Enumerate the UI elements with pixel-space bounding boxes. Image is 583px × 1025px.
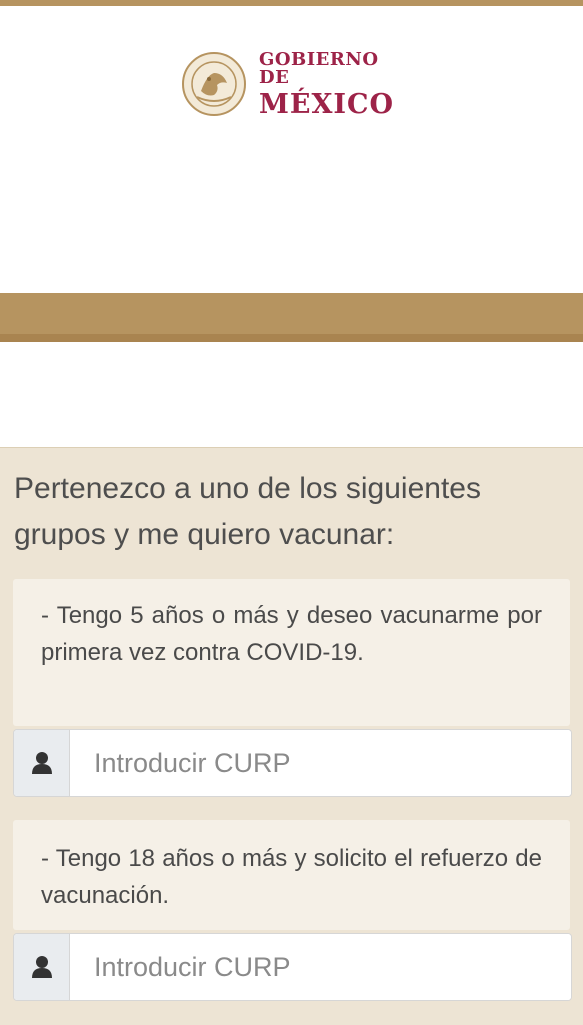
user-icon: [14, 730, 70, 796]
option-first-dose: - Tengo 5 años o más y deseo vacunarme p…: [13, 579, 570, 726]
logo-line-1: GOBIERNO DE: [259, 48, 379, 88]
option-booster: - Tengo 18 años o más y solicito el refu…: [13, 820, 570, 930]
option-booster-text: - Tengo 18 años o más y solicito el refu…: [41, 845, 542, 909]
user-icon: [14, 934, 70, 1000]
national-seal-icon: [182, 52, 246, 116]
vaccination-groups-panel: Pertenezco a uno de los siguientes grupo…: [0, 447, 583, 1025]
option-first-dose-text: - Tengo 5 años o más y deseo vacunarme p…: [41, 602, 542, 666]
header: GOBIERNO DE MÉXICO: [0, 6, 583, 293]
curp-input-group-booster: [13, 933, 572, 1001]
curp-input-first-dose[interactable]: [70, 730, 571, 796]
logo-text: GOBIERNO DE MÉXICO: [259, 48, 411, 120]
gobierno-de-mexico-logo[interactable]: GOBIERNO DE MÉXICO: [181, 46, 411, 122]
panel-title: Pertenezco a uno de los siguientes grupo…: [14, 472, 481, 551]
logo-line-2: MÉXICO: [259, 88, 395, 120]
curp-input-booster[interactable]: [70, 934, 571, 1000]
gold-band-shadow: [0, 334, 583, 342]
curp-input-group-first-dose: [13, 729, 572, 797]
